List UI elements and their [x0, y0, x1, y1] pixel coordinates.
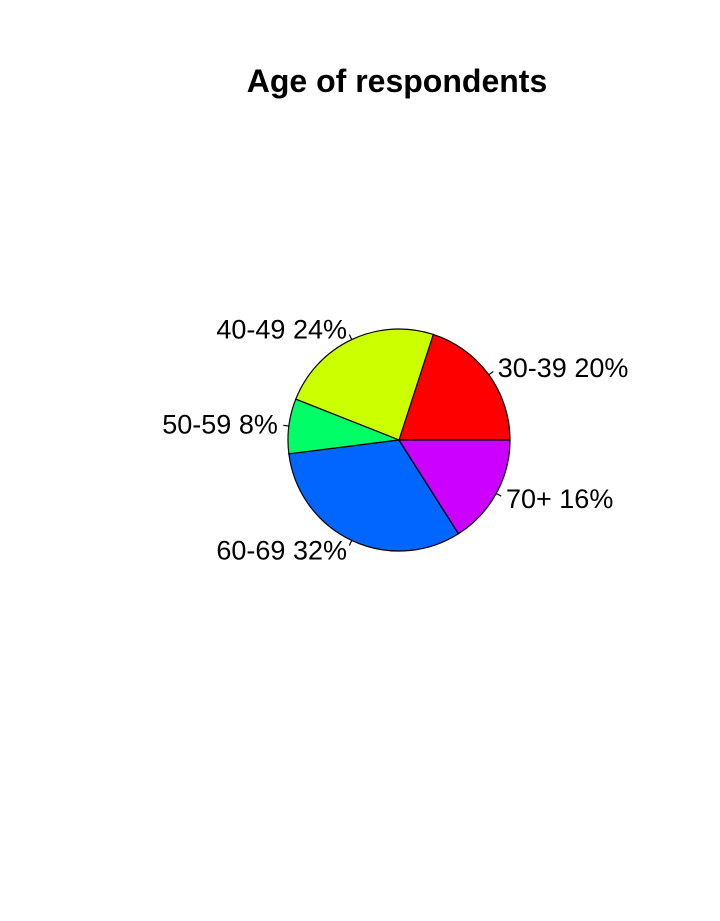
- leader-line: [495, 492, 502, 497]
- slice-label: 30-39 20%: [498, 353, 629, 383]
- pie-slices: [287, 328, 511, 552]
- leader-line: [348, 334, 353, 340]
- slice-label: 70+ 16%: [506, 484, 613, 514]
- chart-title: Age of respondents: [247, 63, 547, 99]
- slice-label: 50-59 8%: [162, 410, 278, 440]
- leader-line: [348, 540, 353, 546]
- slice-label: 40-49 24%: [216, 315, 347, 345]
- pie-chart: Age of respondents 30-39 20% 40-49 24% 50-…: [162, 63, 629, 565]
- slice-label: 60-69 32%: [216, 535, 347, 565]
- leader-line: [283, 424, 289, 427]
- leader-line: [488, 371, 494, 376]
